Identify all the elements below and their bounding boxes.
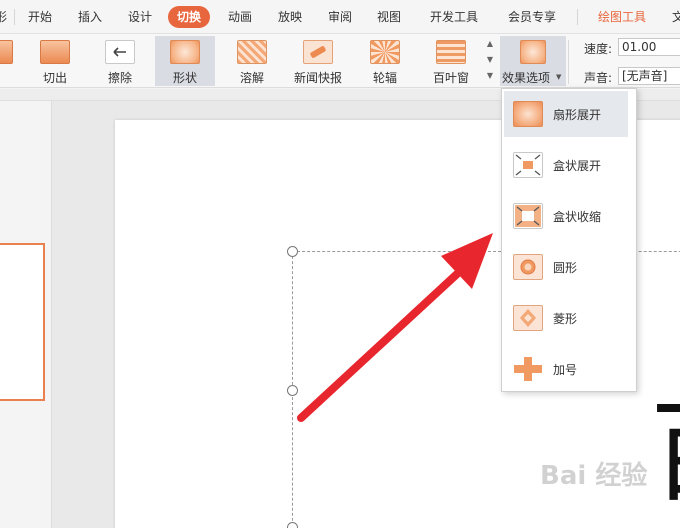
- diamond-icon: [513, 305, 543, 331]
- plus-icon: [513, 356, 543, 382]
- box-out-icon: [513, 152, 543, 178]
- arrow-shaft: [297, 270, 461, 422]
- option-label: 扇形展开: [553, 108, 602, 122]
- option-plus[interactable]: 加号: [504, 346, 628, 392]
- circle-icon: [513, 254, 543, 280]
- option-circle[interactable]: 圆形: [504, 244, 628, 290]
- effect-options-dropdown: 扇形展开 盒状展开 盒状收缩 圆形 菱形 加号: [501, 88, 637, 392]
- option-box-in[interactable]: 盒状收缩: [504, 193, 628, 239]
- option-label: 盒状收缩: [553, 210, 602, 224]
- option-box-out[interactable]: 盒状展开: [504, 142, 628, 188]
- option-diamond[interactable]: 菱形: [504, 295, 628, 341]
- box-in-icon: [513, 203, 543, 229]
- option-label: 盒状展开: [553, 159, 602, 173]
- option-sector-expand[interactable]: 扇形展开: [504, 91, 628, 137]
- option-label: 加号: [553, 363, 578, 377]
- watermark: Bai 经验: [540, 461, 648, 491]
- option-label: 圆形: [553, 261, 578, 275]
- option-label: 菱形: [553, 312, 578, 326]
- sector-expand-icon: [513, 101, 543, 127]
- app-window: 形 开始 插入 设计 切换 动画 放映 审阅 视图 开发工具 会员专享 绘图工具…: [0, 0, 680, 528]
